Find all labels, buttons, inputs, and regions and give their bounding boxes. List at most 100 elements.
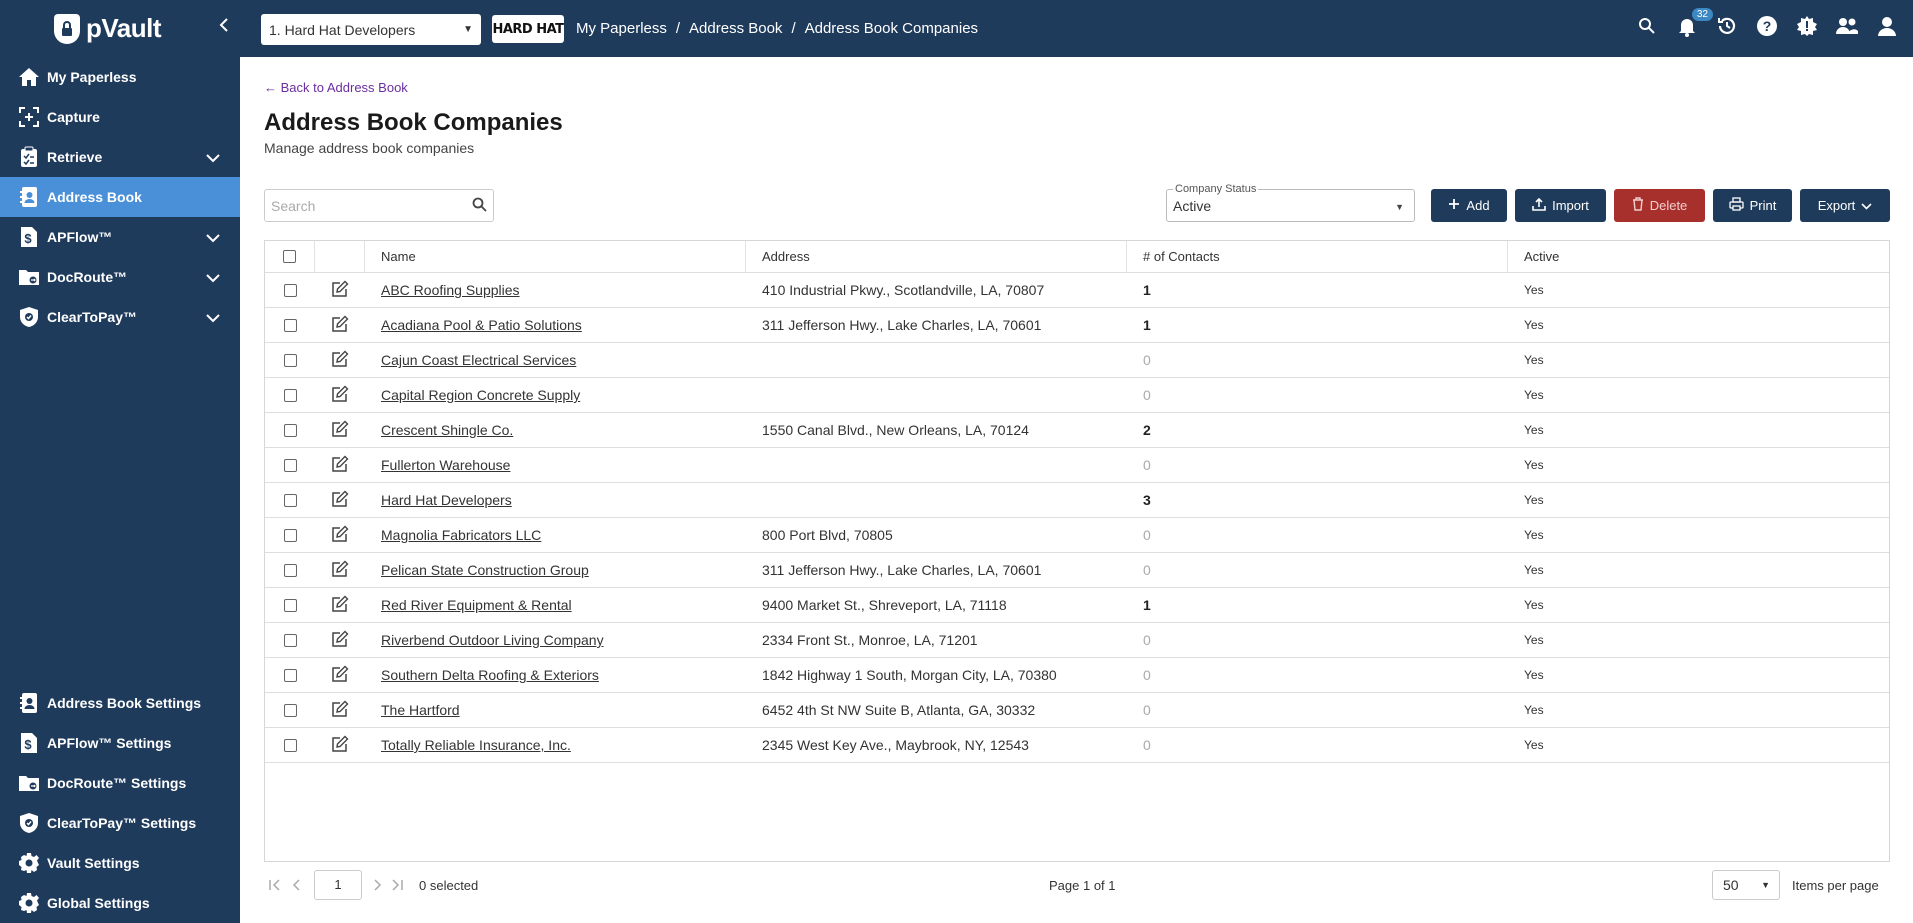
- table-row[interactable]: Crescent Shingle Co. 1550 Canal Blvd., Ne…: [265, 413, 1889, 448]
- table-row[interactable]: Riverbend Outdoor Living Company 2334 Fro…: [265, 623, 1889, 658]
- chevron-down-icon[interactable]: [206, 270, 220, 286]
- sidebar-item-vault-settings[interactable]: Vault Settings: [0, 843, 240, 883]
- company-status-select[interactable]: Company Status Active ▼: [1166, 183, 1415, 222]
- next-page-icon[interactable]: [374, 878, 382, 894]
- edit-icon[interactable]: [331, 700, 349, 721]
- row-checkbox[interactable]: [283, 283, 297, 297]
- table-row[interactable]: Totally Reliable Insurance, Inc. 2345 Wes…: [265, 728, 1889, 763]
- sidebar-item-cleartopay-settings[interactable]: ClearToPay™ Settings: [0, 803, 240, 843]
- row-checkbox[interactable]: [283, 738, 297, 752]
- edit-icon[interactable]: [331, 455, 349, 476]
- sidebar-item-apflow[interactable]: $ APFlow™: [0, 217, 240, 257]
- user-avatar-icon[interactable]: [1875, 14, 1899, 38]
- search-icon[interactable]: [1635, 14, 1659, 38]
- sidebar-item-docroute[interactable]: DocRoute™: [0, 257, 240, 297]
- company-name-link[interactable]: ABC Roofing Supplies: [381, 282, 520, 298]
- column-header-address[interactable]: Address: [746, 241, 1127, 272]
- edit-icon[interactable]: [331, 595, 349, 616]
- table-row[interactable]: The Hartford 6452 4th St NW Suite B, Atla…: [265, 693, 1889, 728]
- vault-selector[interactable]: 1. Hard Hat Developers ▼: [261, 14, 481, 45]
- sidebar-item-address-book-settings[interactable]: Address Book Settings: [0, 683, 240, 723]
- company-name-link[interactable]: Southern Delta Roofing & Exteriors: [381, 667, 599, 683]
- export-button[interactable]: Export: [1800, 189, 1890, 222]
- edit-icon[interactable]: [331, 665, 349, 686]
- table-row[interactable]: Pelican State Construction Group 311 Jeff…: [265, 553, 1889, 588]
- print-button[interactable]: Print: [1713, 189, 1792, 222]
- company-name-link[interactable]: Acadiana Pool & Patio Solutions: [381, 317, 582, 333]
- add-button[interactable]: Add: [1431, 189, 1507, 222]
- table-row[interactable]: Magnolia Fabricators LLC 800 Port Blvd, 7…: [265, 518, 1889, 553]
- table-row[interactable]: Cajun Coast Electrical Services 0 Yes: [265, 343, 1889, 378]
- column-header-contacts[interactable]: # of Contacts: [1127, 241, 1508, 272]
- sidebar-item-global-settings[interactable]: Global Settings: [0, 883, 240, 923]
- company-name-link[interactable]: Capital Region Concrete Supply: [381, 387, 580, 403]
- row-checkbox[interactable]: [283, 493, 297, 507]
- edit-icon[interactable]: [331, 630, 349, 651]
- breadcrumb-address-book[interactable]: Address Book: [689, 20, 782, 37]
- company-name-link[interactable]: The Hartford: [381, 702, 460, 718]
- row-checkbox[interactable]: [283, 353, 297, 367]
- breadcrumb-my-paperless[interactable]: My Paperless: [576, 20, 667, 37]
- select-all-checkbox[interactable]: [283, 250, 296, 263]
- sidebar-item-retrieve[interactable]: Retrieve: [0, 137, 240, 177]
- edit-icon[interactable]: [331, 385, 349, 406]
- company-name-link[interactable]: Cajun Coast Electrical Services: [381, 352, 576, 368]
- table-row[interactable]: ABC Roofing Supplies 410 Industrial Pkwy.…: [265, 273, 1889, 308]
- delete-button[interactable]: Delete: [1614, 189, 1705, 222]
- edit-icon[interactable]: [331, 560, 349, 581]
- bell-icon[interactable]: 32: [1675, 8, 1713, 38]
- table-row[interactable]: Southern Delta Roofing & Exteriors 1842 H…: [265, 658, 1889, 693]
- collapse-sidebar-icon[interactable]: [218, 16, 230, 39]
- search-input[interactable]: [271, 197, 461, 214]
- last-page-icon[interactable]: [390, 878, 404, 894]
- row-checkbox[interactable]: [283, 388, 297, 402]
- company-name-link[interactable]: Pelican State Construction Group: [381, 562, 589, 578]
- back-to-address-book-link[interactable]: ← Back to Address Book: [264, 80, 408, 95]
- edit-icon[interactable]: [331, 350, 349, 371]
- row-checkbox[interactable]: [283, 703, 297, 717]
- row-checkbox[interactable]: [283, 563, 297, 577]
- row-checkbox[interactable]: [283, 633, 297, 647]
- table-row[interactable]: Red River Equipment & Rental 9400 Market …: [265, 588, 1889, 623]
- column-header-name[interactable]: Name: [365, 241, 746, 272]
- sidebar-item-capture[interactable]: Capture: [0, 97, 240, 137]
- company-name-link[interactable]: Riverbend Outdoor Living Company: [381, 632, 604, 648]
- edit-icon[interactable]: [331, 315, 349, 336]
- sidebar-item-cleartopay[interactable]: ClearToPay™: [0, 297, 240, 337]
- page-size-select[interactable]: 50 ▼: [1712, 870, 1780, 900]
- table-row[interactable]: Capital Region Concrete Supply 0 Yes: [265, 378, 1889, 413]
- column-header-active[interactable]: Active: [1508, 241, 1889, 272]
- edit-icon[interactable]: [331, 525, 349, 546]
- edit-icon[interactable]: [331, 280, 349, 301]
- company-name-link[interactable]: Totally Reliable Insurance, Inc.: [381, 737, 571, 753]
- sidebar-item-address-book[interactable]: Address Book: [0, 177, 240, 217]
- previous-page-icon[interactable]: [292, 878, 300, 894]
- settings-badge-icon[interactable]: [1795, 14, 1819, 38]
- table-row[interactable]: Acadiana Pool & Patio Solutions 311 Jeffe…: [265, 308, 1889, 343]
- company-name-link[interactable]: Magnolia Fabricators LLC: [381, 527, 541, 543]
- company-name-link[interactable]: Fullerton Warehouse: [381, 457, 510, 473]
- chevron-down-icon[interactable]: [206, 150, 220, 166]
- search-icon[interactable]: [472, 197, 487, 215]
- row-checkbox[interactable]: [283, 423, 297, 437]
- first-page-icon[interactable]: [268, 878, 282, 894]
- row-checkbox[interactable]: [283, 528, 297, 542]
- company-name-link[interactable]: Hard Hat Developers: [381, 492, 512, 508]
- sidebar-item-my-paperless[interactable]: My Paperless: [0, 57, 240, 97]
- sidebar-item-apflow-settings[interactable]: $ APFlow™ Settings: [0, 723, 240, 763]
- edit-icon[interactable]: [331, 735, 349, 756]
- row-checkbox[interactable]: [283, 458, 297, 472]
- import-button[interactable]: Import: [1515, 189, 1606, 222]
- edit-icon[interactable]: [331, 490, 349, 511]
- table-row[interactable]: Fullerton Warehouse 0 Yes: [265, 448, 1889, 483]
- help-icon[interactable]: ?: [1755, 14, 1779, 38]
- row-checkbox[interactable]: [283, 598, 297, 612]
- sidebar-item-docroute-settings[interactable]: DocRoute™ Settings: [0, 763, 240, 803]
- table-row[interactable]: Hard Hat Developers 3 Yes: [265, 483, 1889, 518]
- app-logo[interactable]: pVault: [0, 13, 240, 44]
- chevron-down-icon[interactable]: [206, 310, 220, 326]
- company-name-link[interactable]: Red River Equipment & Rental: [381, 597, 572, 613]
- row-checkbox[interactable]: [283, 318, 297, 332]
- users-icon[interactable]: [1835, 14, 1859, 38]
- history-icon[interactable]: [1715, 14, 1739, 38]
